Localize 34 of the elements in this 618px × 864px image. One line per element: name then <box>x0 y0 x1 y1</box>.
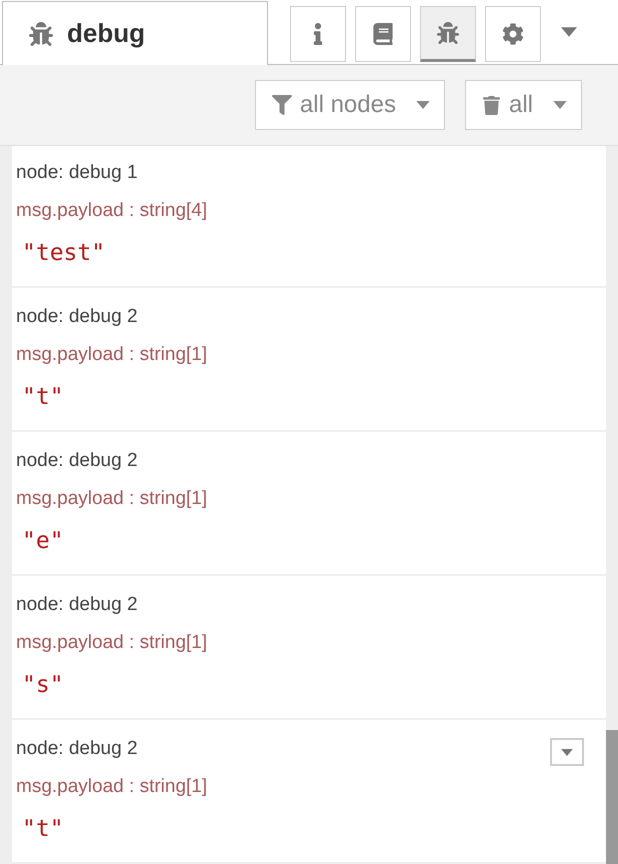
filter-icon <box>272 95 292 116</box>
message-menu-button[interactable] <box>550 738 584 766</box>
gear-icon <box>502 23 524 45</box>
caret-icon <box>553 101 567 110</box>
message-meta: msg.payload : string[1] <box>16 776 208 799</box>
info-button[interactable] <box>290 6 346 62</box>
node-name[interactable]: node: debug 2 <box>16 306 602 338</box>
bug-button[interactable] <box>420 6 476 62</box>
clear-dropdown[interactable]: all <box>464 80 582 130</box>
message-meta: msg.payload : string[1] <box>16 488 208 511</box>
trash-icon <box>482 96 501 115</box>
node-name[interactable]: node: debug 2 <box>16 594 602 626</box>
message-meta: msg.payload : string[1] <box>16 632 208 655</box>
message-value: "test" <box>21 240 106 266</box>
message-value: "t" <box>21 384 65 410</box>
caret-icon <box>416 101 430 110</box>
node-name[interactable]: node: debug 2 <box>16 450 602 482</box>
bug-icon <box>437 22 459 44</box>
book-icon <box>372 23 394 45</box>
bug-icon <box>29 22 53 46</box>
book-button[interactable] <box>355 6 411 62</box>
filter-dropdown[interactable]: all nodes <box>254 80 445 130</box>
message-meta: msg.payload : string[4] <box>16 200 208 223</box>
node-name[interactable]: node: debug 2 <box>16 738 602 770</box>
message-value: "s" <box>21 672 65 698</box>
debug-tab[interactable]: debug <box>2 1 268 66</box>
gear-button[interactable] <box>485 6 541 62</box>
message-meta: msg.payload : string[1] <box>16 344 208 367</box>
message-value: "e" <box>21 528 65 554</box>
caret-icon <box>561 27 577 37</box>
node-name[interactable]: node: debug 1 <box>16 162 602 194</box>
caret-icon <box>561 748 573 756</box>
scrollbar-thumb[interactable] <box>606 730 618 864</box>
message-value: "t" <box>21 816 65 842</box>
